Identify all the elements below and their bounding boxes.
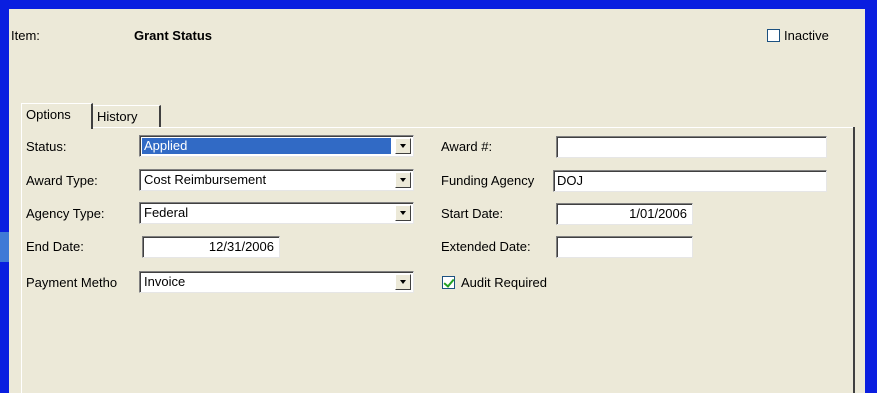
- award-type-label: Award Type:: [26, 173, 98, 188]
- award-type-dropdown[interactable]: Cost Reimbursement: [139, 169, 414, 191]
- audit-required-label: Audit Required: [461, 275, 547, 290]
- agency-type-selected-value: Federal: [144, 205, 189, 220]
- chevron-down-icon[interactable]: [395, 205, 411, 221]
- tab-history[interactable]: History: [93, 105, 161, 127]
- award-number-label: Award #:: [441, 139, 493, 154]
- item-value: Grant Status: [134, 28, 213, 43]
- payment-method-selected-value: Invoice: [144, 274, 186, 289]
- start-date-label: Start Date:: [441, 206, 504, 221]
- tab-options-label: Options: [26, 107, 71, 122]
- grant-status-panel: Item: Grant Status Inactive Options Hist…: [9, 9, 865, 393]
- funding-agency-label: Funding Agency: [441, 173, 535, 188]
- item-label: Item:: [11, 28, 40, 43]
- payment-method-dropdown[interactable]: Invoice: [139, 271, 414, 293]
- agency-type-dropdown[interactable]: Federal: [139, 202, 414, 224]
- extended-date-label: Extended Date:: [441, 239, 531, 254]
- inactive-checkbox[interactable]: [767, 29, 780, 42]
- tab-history-label: History: [97, 109, 138, 124]
- audit-required-checkbox[interactable]: [442, 276, 455, 289]
- background-window-strip: [0, 232, 9, 262]
- status-dropdown[interactable]: Applied: [139, 135, 414, 157]
- end-date-field[interactable]: 12/31/2006: [142, 236, 280, 258]
- tab-options[interactable]: Options: [21, 103, 93, 129]
- award-type-selected-value: Cost Reimbursement: [144, 172, 267, 187]
- status-label: Status:: [26, 139, 67, 154]
- funding-agency-field[interactable]: DOJ: [553, 170, 827, 192]
- extended-date-field[interactable]: [556, 236, 693, 258]
- window-frame-top: [0, 0, 877, 9]
- window-frame-left: [0, 9, 9, 393]
- start-date-field[interactable]: 1/01/2006: [556, 203, 693, 225]
- inactive-label: Inactive: [784, 28, 829, 43]
- end-date-label: End Date:: [26, 239, 84, 254]
- chevron-down-icon[interactable]: [395, 138, 411, 154]
- options-tab-body: Status: Applied Award Type: Cost Reimbur…: [21, 127, 855, 393]
- chevron-down-icon[interactable]: [395, 274, 411, 290]
- agency-type-label: Agency Type:: [26, 206, 105, 221]
- chevron-down-icon[interactable]: [395, 172, 411, 188]
- status-selected-value: Applied: [142, 138, 391, 154]
- window-frame-right: [865, 9, 877, 393]
- award-number-field[interactable]: [556, 136, 827, 158]
- payment-method-label: Payment Metho: [26, 275, 118, 290]
